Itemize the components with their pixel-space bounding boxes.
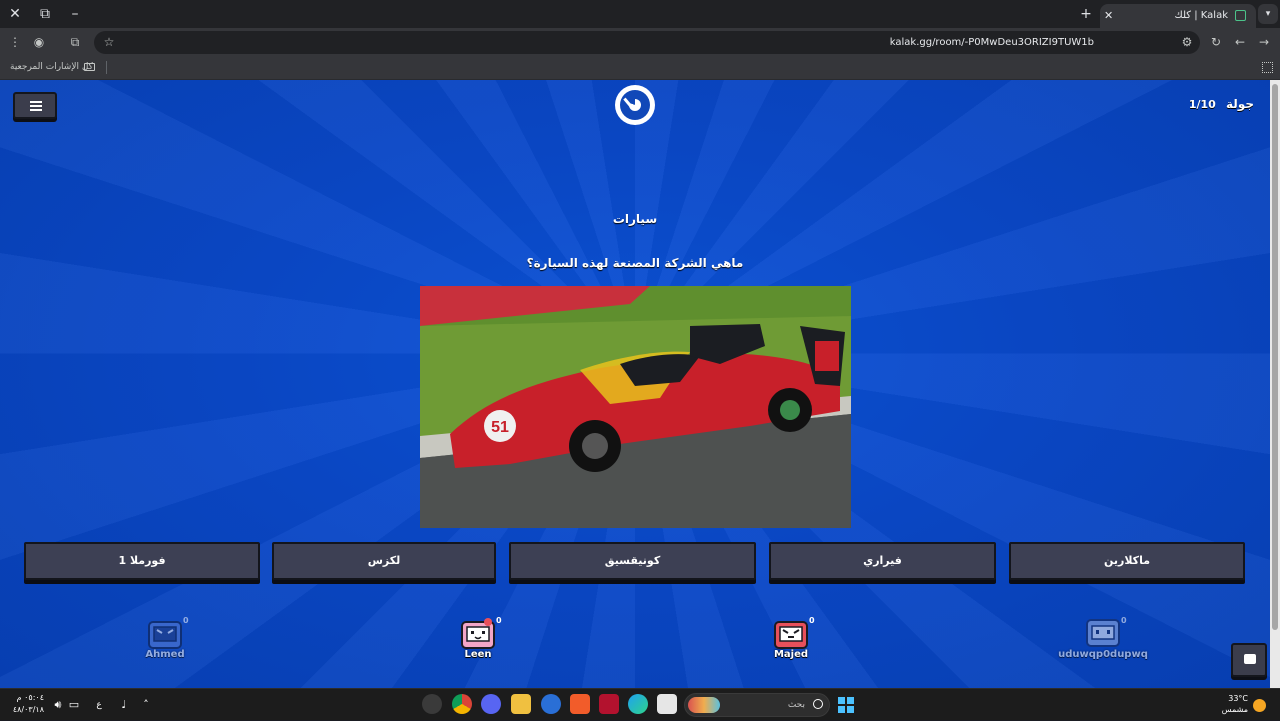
- search-placeholder: بحث: [787, 700, 805, 710]
- bookmark-star-icon[interactable]: ☆: [100, 31, 118, 54]
- clock-app-icon[interactable]: [422, 694, 442, 714]
- menu-button[interactable]: [13, 92, 57, 119]
- answer-option-4[interactable]: لكزس: [272, 542, 496, 580]
- player-name: uduwqp0dupwq: [1058, 649, 1148, 660]
- svg-text:51: 51: [491, 419, 509, 436]
- player-card: 0 uduwqp0dupwq: [1043, 616, 1163, 666]
- answer-option-5[interactable]: فورملا 1: [24, 542, 260, 580]
- clock-date: ٤٨/٠٣/١٨: [12, 705, 44, 714]
- player-score: 0: [809, 616, 815, 625]
- answer-option-1[interactable]: ماكلارين: [1009, 542, 1245, 580]
- player-score: 0: [496, 616, 502, 625]
- browser-tab[interactable]: ✕ Kalak | كلك: [1100, 4, 1256, 28]
- tab-title: Kalak | كلك: [1174, 10, 1228, 21]
- notepad-icon[interactable]: [657, 694, 677, 714]
- edge-icon[interactable]: [628, 694, 648, 714]
- settings-app-icon[interactable]: [541, 694, 561, 714]
- brave-icon[interactable]: [570, 694, 590, 714]
- profile-icon[interactable]: ◉: [30, 28, 48, 56]
- clock[interactable]: ٠٥:٠٤ م ٤٨/٠٣/١٨: [10, 692, 44, 716]
- question-category: سيارات: [612, 212, 658, 226]
- microphone-icon[interactable]: ♩: [116, 689, 132, 721]
- show-hidden-icons[interactable]: ˄: [138, 689, 154, 721]
- hamburger-icon: [30, 101, 42, 103]
- apps-grid-icon[interactable]: [1262, 62, 1273, 73]
- taskbar: ٠٥:٠٤ م ٤٨/٠٣/١٨ 🔊︎ ▭ ع ♩ ˄ بحث 33°C مشم…: [0, 688, 1280, 720]
- back-icon[interactable]: ←: [1231, 28, 1249, 56]
- file-explorer-icon[interactable]: [511, 694, 531, 714]
- address-bar[interactable]: ☆ kalak.gg/room/-P0MwDeu3ORIZI9TUW1b ⚙: [94, 31, 1200, 54]
- player-card: 0 Ahmed: [105, 616, 225, 666]
- player-card: 0 Leen: [418, 616, 538, 666]
- language-indicator[interactable]: ع: [91, 689, 107, 721]
- timer-icon: [615, 85, 655, 125]
- divider: [106, 61, 107, 74]
- new-tab-button[interactable]: +: [1078, 0, 1094, 28]
- minimize-window-icon[interactable]: –: [60, 0, 90, 28]
- round-value: 1/10: [1188, 98, 1216, 111]
- bookmarks-bar: كل الإشارات المرجعية: [0, 56, 1280, 80]
- chrome-icon[interactable]: [452, 694, 472, 714]
- search-icon: [813, 699, 823, 709]
- chat-icon: [1244, 654, 1256, 664]
- browser-tab-bar: ✕ ⧉ – + ✕ Kalak | كلك ▾: [0, 0, 1280, 28]
- player-name: Leen: [464, 649, 492, 660]
- answer-option-2[interactable]: فيراري: [769, 542, 996, 580]
- clock-time: ٠٥:٠٤ م: [16, 693, 44, 702]
- race-car-image: 51: [420, 286, 851, 528]
- player-name: Ahmed: [145, 649, 185, 660]
- discord-icon[interactable]: [481, 694, 501, 714]
- tab-search-button[interactable]: ▾: [1258, 4, 1278, 24]
- tab-close-icon[interactable]: ✕: [1104, 4, 1113, 28]
- folder-icon: [84, 63, 95, 71]
- close-window-icon[interactable]: ✕: [0, 0, 30, 28]
- round-label: جولة: [1226, 97, 1254, 111]
- search-highlight-image: [688, 697, 720, 713]
- player-score: 0: [183, 616, 189, 625]
- site-settings-icon[interactable]: ⚙: [1178, 31, 1196, 54]
- temperature: 33°C: [1228, 694, 1248, 703]
- forward-icon[interactable]: →: [1255, 28, 1273, 56]
- sun-icon: [1253, 699, 1266, 712]
- round-indicator: جولة 1/10: [1189, 97, 1254, 111]
- question-text: ماهي الشركة المصنعة لهذه السيارة؟: [526, 256, 744, 270]
- acrobat-icon[interactable]: [599, 694, 619, 714]
- player-score: 0: [1121, 616, 1127, 625]
- taskbar-search[interactable]: بحث: [684, 693, 830, 717]
- reload-icon[interactable]: ↻: [1207, 28, 1225, 56]
- url-text: kalak.gg/room/-P0MwDeu3ORIZI9TUW1b: [889, 37, 1094, 48]
- game-area: جولة 1/10 سيارات ماهي الشركة المصنعة لهذ…: [0, 80, 1270, 688]
- weather-widget[interactable]: 33°C مشمس: [1218, 693, 1248, 715]
- car-photo: 51: [420, 286, 851, 528]
- restore-window-icon[interactable]: ⧉: [30, 0, 60, 28]
- network-icon[interactable]: ▭: [66, 689, 82, 721]
- tab-favicon-icon: [1235, 10, 1246, 21]
- extensions-icon[interactable]: ⧉: [66, 28, 84, 56]
- chat-button[interactable]: [1231, 643, 1267, 677]
- all-bookmarks-link[interactable]: كل الإشارات المرجعية: [10, 56, 93, 78]
- browser-toolbar: ⋮ ◉ ⧉ ☆ kalak.gg/room/-P0MwDeu3ORIZI9TUW…: [0, 28, 1280, 56]
- volume-icon[interactable]: 🔊︎: [50, 689, 66, 721]
- answer-option-3[interactable]: كونيقسيق: [509, 542, 756, 580]
- scrollbar-thumb[interactable]: [1272, 84, 1278, 630]
- more-menu-icon[interactable]: ⋮: [6, 28, 24, 56]
- player-card: 0 Majed: [731, 616, 851, 666]
- player-name: Majed: [773, 649, 809, 660]
- windows-start-icon[interactable]: [838, 697, 854, 713]
- weather-condition: مشمس: [1221, 705, 1248, 714]
